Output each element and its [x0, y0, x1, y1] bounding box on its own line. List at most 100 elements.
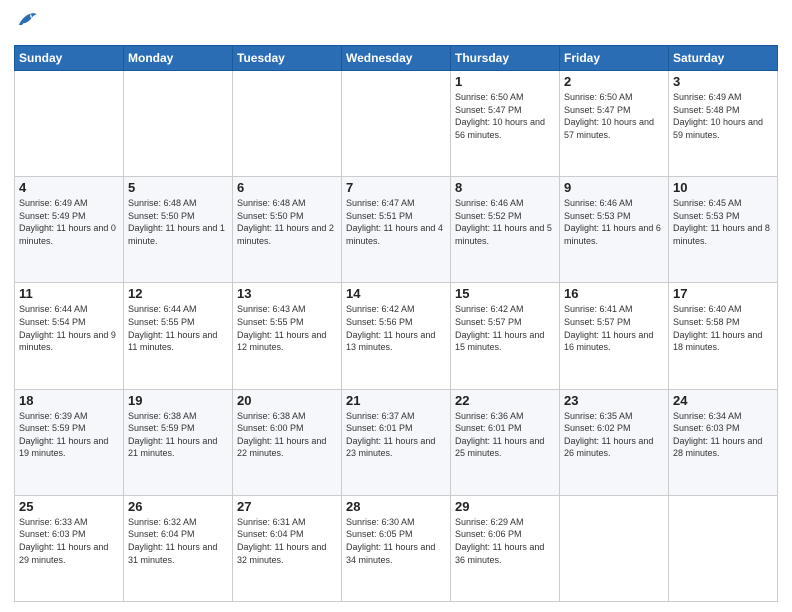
- day-info: Sunrise: 6:31 AM Sunset: 6:04 PM Dayligh…: [237, 516, 337, 566]
- logo: [14, 10, 38, 37]
- day-number: 27: [237, 499, 337, 514]
- calendar-cell: 3 Sunrise: 6:49 AM Sunset: 5:48 PM Daylig…: [669, 71, 778, 177]
- calendar-cell: 22 Sunrise: 6:36 AM Sunset: 6:01 PM Dayli…: [451, 389, 560, 495]
- calendar-cell: 28Sunrise: 6:30 AM Sunset: 6:05 PM Dayli…: [342, 495, 451, 601]
- calendar-cell: 11 Sunrise: 6:44 AM Sunset: 5:54 PM Dayli…: [15, 283, 124, 389]
- calendar-cell: 14 Sunrise: 6:42 AM Sunset: 5:56 PM Dayli…: [342, 283, 451, 389]
- calendar-cell: 16Sunrise: 6:41 AM Sunset: 5:57 PM Dayli…: [560, 283, 669, 389]
- day-info: Sunrise: 6:36 AM Sunset: 6:01 PM Dayligh…: [455, 410, 555, 460]
- calendar-cell: [124, 71, 233, 177]
- calendar-cell: [233, 71, 342, 177]
- day-info: Sunrise: 6:49 AM Sunset: 5:48 PM Dayligh…: [673, 91, 773, 141]
- day-info: Sunrise: 6:42 AM Sunset: 5:57 PM Dayligh…: [455, 303, 555, 353]
- page: SundayMondayTuesdayWednesdayThursdayFrid…: [0, 0, 792, 612]
- day-number: 18: [19, 393, 119, 408]
- day-number: 10: [673, 180, 773, 195]
- day-info: Sunrise: 6:50 AM Sunset: 5:47 PM Dayligh…: [564, 91, 664, 141]
- day-number: 7: [346, 180, 446, 195]
- calendar-cell: [15, 71, 124, 177]
- day-of-week-header: Wednesday: [342, 46, 451, 71]
- day-info: Sunrise: 6:37 AM Sunset: 6:01 PM Dayligh…: [346, 410, 446, 460]
- calendar-cell: 20Sunrise: 6:38 AM Sunset: 6:00 PM Dayli…: [233, 389, 342, 495]
- day-number: 12: [128, 286, 228, 301]
- day-info: Sunrise: 6:32 AM Sunset: 6:04 PM Dayligh…: [128, 516, 228, 566]
- day-number: 23: [564, 393, 664, 408]
- calendar-cell: 24 Sunrise: 6:34 AM Sunset: 6:03 PM Dayli…: [669, 389, 778, 495]
- day-info: Sunrise: 6:48 AM Sunset: 5:50 PM Dayligh…: [237, 197, 337, 247]
- day-number: 20: [237, 393, 337, 408]
- day-number: 17: [673, 286, 773, 301]
- day-of-week-header: Friday: [560, 46, 669, 71]
- day-info: Sunrise: 6:50 AM Sunset: 5:47 PM Dayligh…: [455, 91, 555, 141]
- day-number: 14: [346, 286, 446, 301]
- day-number: 21: [346, 393, 446, 408]
- calendar-cell: 12 Sunrise: 6:44 AM Sunset: 5:55 PM Dayli…: [124, 283, 233, 389]
- calendar-week-row: 4 Sunrise: 6:49 AM Sunset: 5:49 PM Daylig…: [15, 177, 778, 283]
- day-info: Sunrise: 6:46 AM Sunset: 5:53 PM Dayligh…: [564, 197, 664, 247]
- day-info: Sunrise: 6:33 AM Sunset: 6:03 PM Dayligh…: [19, 516, 119, 566]
- calendar-cell: 15Sunrise: 6:42 AM Sunset: 5:57 PM Dayli…: [451, 283, 560, 389]
- day-number: 8: [455, 180, 555, 195]
- calendar-header-row: SundayMondayTuesdayWednesdayThursdayFrid…: [15, 46, 778, 71]
- calendar-cell: 13Sunrise: 6:43 AM Sunset: 5:55 PM Dayli…: [233, 283, 342, 389]
- day-number: 4: [19, 180, 119, 195]
- calendar-cell: 5 Sunrise: 6:48 AM Sunset: 5:50 PM Daylig…: [124, 177, 233, 283]
- calendar-cell: 6 Sunrise: 6:48 AM Sunset: 5:50 PM Daylig…: [233, 177, 342, 283]
- day-number: 28: [346, 499, 446, 514]
- day-number: 6: [237, 180, 337, 195]
- day-number: 3: [673, 74, 773, 89]
- day-info: Sunrise: 6:42 AM Sunset: 5:56 PM Dayligh…: [346, 303, 446, 353]
- day-number: 11: [19, 286, 119, 301]
- day-number: 9: [564, 180, 664, 195]
- day-of-week-header: Saturday: [669, 46, 778, 71]
- calendar-cell: 7 Sunrise: 6:47 AM Sunset: 5:51 PM Daylig…: [342, 177, 451, 283]
- calendar-cell: 26 Sunrise: 6:32 AM Sunset: 6:04 PM Dayli…: [124, 495, 233, 601]
- day-info: Sunrise: 6:45 AM Sunset: 5:53 PM Dayligh…: [673, 197, 773, 247]
- day-number: 16: [564, 286, 664, 301]
- day-info: Sunrise: 6:44 AM Sunset: 5:55 PM Dayligh…: [128, 303, 228, 353]
- calendar-cell: 9 Sunrise: 6:46 AM Sunset: 5:53 PM Daylig…: [560, 177, 669, 283]
- calendar-week-row: 18 Sunrise: 6:39 AM Sunset: 5:59 PM Dayli…: [15, 389, 778, 495]
- logo-bird-icon: [16, 10, 38, 32]
- day-info: Sunrise: 6:39 AM Sunset: 5:59 PM Dayligh…: [19, 410, 119, 460]
- day-number: 2: [564, 74, 664, 89]
- calendar-cell: 27 Sunrise: 6:31 AM Sunset: 6:04 PM Dayli…: [233, 495, 342, 601]
- calendar-cell: 4 Sunrise: 6:49 AM Sunset: 5:49 PM Daylig…: [15, 177, 124, 283]
- day-info: Sunrise: 6:48 AM Sunset: 5:50 PM Dayligh…: [128, 197, 228, 247]
- day-number: 24: [673, 393, 773, 408]
- day-number: 1: [455, 74, 555, 89]
- day-number: 25: [19, 499, 119, 514]
- day-info: Sunrise: 6:29 AM Sunset: 6:06 PM Dayligh…: [455, 516, 555, 566]
- calendar-cell: 19 Sunrise: 6:38 AM Sunset: 5:59 PM Dayli…: [124, 389, 233, 495]
- calendar-cell: 10 Sunrise: 6:45 AM Sunset: 5:53 PM Dayli…: [669, 177, 778, 283]
- day-number: 22: [455, 393, 555, 408]
- day-number: 26: [128, 499, 228, 514]
- day-number: 19: [128, 393, 228, 408]
- header: [14, 10, 778, 37]
- calendar-cell: 29 Sunrise: 6:29 AM Sunset: 6:06 PM Dayli…: [451, 495, 560, 601]
- calendar-week-row: 25 Sunrise: 6:33 AM Sunset: 6:03 PM Dayli…: [15, 495, 778, 601]
- day-of-week-header: Sunday: [15, 46, 124, 71]
- day-of-week-header: Monday: [124, 46, 233, 71]
- day-number: 29: [455, 499, 555, 514]
- calendar-week-row: 1 Sunrise: 6:50 AM Sunset: 5:47 PM Daylig…: [15, 71, 778, 177]
- calendar-cell: 23Sunrise: 6:35 AM Sunset: 6:02 PM Dayli…: [560, 389, 669, 495]
- day-info: Sunrise: 6:34 AM Sunset: 6:03 PM Dayligh…: [673, 410, 773, 460]
- calendar-cell: [342, 71, 451, 177]
- day-info: Sunrise: 6:40 AM Sunset: 5:58 PM Dayligh…: [673, 303, 773, 353]
- calendar-table: SundayMondayTuesdayWednesdayThursdayFrid…: [14, 45, 778, 602]
- day-info: Sunrise: 6:47 AM Sunset: 5:51 PM Dayligh…: [346, 197, 446, 247]
- calendar-cell: 8 Sunrise: 6:46 AM Sunset: 5:52 PM Daylig…: [451, 177, 560, 283]
- calendar-cell: 25 Sunrise: 6:33 AM Sunset: 6:03 PM Dayli…: [15, 495, 124, 601]
- day-info: Sunrise: 6:46 AM Sunset: 5:52 PM Dayligh…: [455, 197, 555, 247]
- day-number: 13: [237, 286, 337, 301]
- day-info: Sunrise: 6:38 AM Sunset: 5:59 PM Dayligh…: [128, 410, 228, 460]
- calendar-cell: [560, 495, 669, 601]
- day-number: 5: [128, 180, 228, 195]
- day-info: Sunrise: 6:44 AM Sunset: 5:54 PM Dayligh…: [19, 303, 119, 353]
- day-of-week-header: Tuesday: [233, 46, 342, 71]
- calendar-cell: 1 Sunrise: 6:50 AM Sunset: 5:47 PM Daylig…: [451, 71, 560, 177]
- calendar-cell: 17 Sunrise: 6:40 AM Sunset: 5:58 PM Dayli…: [669, 283, 778, 389]
- calendar-cell: 21 Sunrise: 6:37 AM Sunset: 6:01 PM Dayli…: [342, 389, 451, 495]
- day-info: Sunrise: 6:49 AM Sunset: 5:49 PM Dayligh…: [19, 197, 119, 247]
